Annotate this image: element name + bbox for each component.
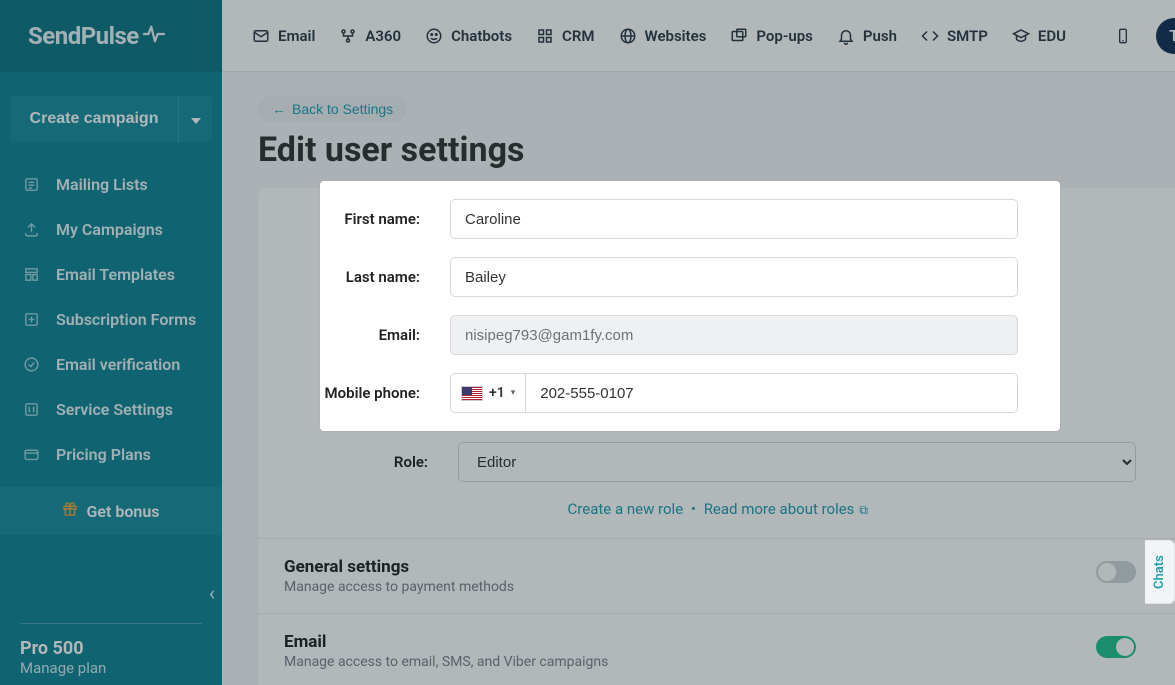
section-general-settings: General settings Manage access to paymen… <box>258 538 1175 613</box>
sidebar-item-subscription-forms[interactable]: Subscription Forms <box>0 297 222 342</box>
user-menu[interactable]: T ▾ <box>1156 18 1175 54</box>
sidebar-item-email-verification[interactable]: Email verification <box>0 342 222 387</box>
manage-plan-link[interactable]: Manage plan <box>20 659 202 677</box>
chevron-down-icon: ▾ <box>511 388 516 398</box>
popup-icon <box>730 27 748 45</box>
topnav-a360[interactable]: A360 <box>339 27 401 45</box>
sidebar-item-label: Subscription Forms <box>56 310 196 329</box>
topnav-email[interactable]: Email <box>252 27 315 45</box>
sidebar-item-pricing-plans[interactable]: Pricing Plans <box>0 432 222 477</box>
card-icon <box>22 446 40 464</box>
phone-code: +1 <box>489 385 505 401</box>
crm-icon <box>536 27 554 45</box>
first-name-label: First name: <box>320 210 450 228</box>
topnav-popups[interactable]: Pop-ups <box>730 27 812 45</box>
sidebar-item-label: Mailing Lists <box>56 175 148 194</box>
first-name-input[interactable] <box>450 199 1018 239</box>
sidebar-item-mailing-lists[interactable]: Mailing Lists <box>0 162 222 207</box>
create-campaign-dropdown[interactable] <box>178 96 212 142</box>
mail-icon <box>252 27 270 45</box>
create-campaign-button[interactable]: Create campaign <box>10 96 178 142</box>
check-circle-icon <box>22 356 40 374</box>
sidebar-item-label: Pricing Plans <box>56 445 151 464</box>
email-section-toggle[interactable] <box>1096 636 1136 658</box>
chevron-down-icon <box>191 112 201 127</box>
sidebar-item-label: Email verification <box>56 355 180 374</box>
plan-info: Pro 500 Manage plan <box>20 609 202 677</box>
edu-icon <box>1012 27 1030 45</box>
chevron-left-icon: ‹ <box>209 581 215 605</box>
email-label: Email: <box>320 326 450 344</box>
bonus-label: Get bonus <box>86 502 159 521</box>
external-link-icon: ⧉ <box>856 503 868 517</box>
list-icon <box>22 176 40 194</box>
section-desc: Manage access to payment methods <box>284 579 1082 595</box>
role-select[interactable]: Editor <box>458 442 1136 482</box>
chats-side-tab[interactable]: Chats <box>1145 540 1175 604</box>
role-label: Role: <box>258 453 458 471</box>
section-title: Email <box>284 632 1082 652</box>
plan-name: Pro 500 <box>20 638 202 659</box>
last-name-label: Last name: <box>320 268 450 286</box>
gift-icon <box>62 501 78 521</box>
sidebar-item-my-campaigns[interactable]: My Campaigns <box>0 207 222 252</box>
sliders-icon <box>22 401 40 419</box>
phone-input[interactable] <box>525 373 1018 413</box>
page-title: Edit user settings <box>258 130 1175 170</box>
get-bonus-button[interactable]: Get bonus <box>0 487 222 535</box>
logo[interactable]: SendPulse <box>0 0 222 72</box>
pulse-icon <box>143 22 165 50</box>
sidebar-item-label: Email Templates <box>56 265 175 284</box>
phone-label: Mobile phone: <box>320 384 450 402</box>
brand-name: SendPulse <box>28 22 139 50</box>
topnav-edu[interactable]: EDU <box>1012 27 1066 45</box>
templates-icon <box>22 266 40 284</box>
section-title: General settings <box>284 557 1082 577</box>
sidebar-item-label: My Campaigns <box>56 220 163 239</box>
upload-icon <box>22 221 40 239</box>
sidebar-item-service-settings[interactable]: Service Settings <box>0 387 222 432</box>
mobile-icon-button[interactable] <box>1114 27 1132 45</box>
highlighted-form: First name: Last name: Email: Mobile pho… <box>320 181 1060 431</box>
email-input <box>450 315 1018 355</box>
phone-country-selector[interactable]: +1 ▾ <box>450 373 525 413</box>
back-to-settings-link[interactable]: ← Back to Settings <box>258 96 407 122</box>
topnav-chatbots[interactable]: Chatbots <box>425 27 512 45</box>
sidebar: SendPulse Create campaign Mailing Lists … <box>0 0 222 685</box>
topbar: Email A360 Chatbots CRM Websites Pop-ups… <box>222 0 1175 72</box>
us-flag-icon <box>461 386 483 401</box>
topnav-smtp[interactable]: SMTP <box>921 27 988 45</box>
sidebar-item-label: Service Settings <box>56 400 173 419</box>
create-role-link[interactable]: Create a new role <box>568 500 684 518</box>
sidebar-item-email-templates[interactable]: Email Templates <box>0 252 222 297</box>
automation-icon <box>339 27 357 45</box>
bell-icon <box>837 27 855 45</box>
last-name-input[interactable] <box>450 257 1018 297</box>
general-settings-toggle[interactable] <box>1096 561 1136 583</box>
topnav-crm[interactable]: CRM <box>536 27 594 45</box>
section-desc: Manage access to email, SMS, and Viber c… <box>284 654 1082 670</box>
avatar: T <box>1156 18 1175 54</box>
read-about-roles-link[interactable]: Read more about roles ⧉ <box>704 500 868 518</box>
chatbot-icon <box>425 27 443 45</box>
code-icon <box>921 27 939 45</box>
arrow-left-icon: ← <box>272 101 286 117</box>
collapse-sidebar-button[interactable]: ‹ <box>201 582 223 604</box>
section-email: Email Manage access to email, SMS, and V… <box>258 613 1175 685</box>
sidebar-nav: Mailing Lists My Campaigns Email Templat… <box>0 162 222 477</box>
topnav-websites[interactable]: Websites <box>619 27 707 45</box>
form-icon <box>22 311 40 329</box>
mobile-icon <box>1114 27 1132 45</box>
topnav-push[interactable]: Push <box>837 27 897 45</box>
globe-icon <box>619 27 637 45</box>
